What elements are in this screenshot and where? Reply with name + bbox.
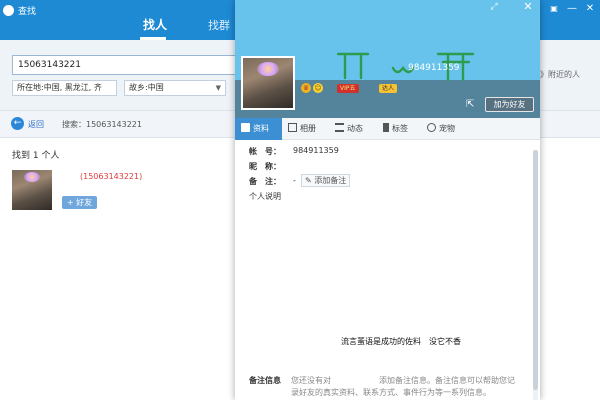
add-remark-button[interactable]: ✎ 添加备注 (301, 174, 351, 187)
add-friend-small-button[interactable]: + 好友 (62, 196, 97, 209)
signature-text: 流言蜚语是成功的佐料 没它不香 (341, 337, 461, 346)
chevron-down-icon: ▼ (215, 84, 221, 92)
profile-card: ⤢ ✕ 984911359 ♛ ☺ VIP五 达人 ⇱ 加为好友 资料 相册 动… (235, 0, 540, 400)
note-label: 备注信息 (249, 376, 281, 385)
location-dropdown[interactable]: 所在地:中国, 黑龙江, 齐 (12, 80, 117, 96)
account-value: 984911359 (293, 146, 339, 155)
search-status-text: 搜索：15063143221 (62, 120, 142, 129)
edit-icon: ✎ (305, 176, 312, 185)
tab-label: 宠物 (439, 124, 455, 133)
pet-icon (427, 123, 436, 132)
remark-label: 备 注： (249, 177, 281, 186)
expand-icon[interactable]: ⤢ (488, 1, 500, 13)
tab-find-people[interactable]: 找人 (143, 16, 167, 33)
tab-profile[interactable]: 资料 (235, 118, 282, 140)
pin-icon[interactable]: ▣ (548, 3, 560, 15)
crown-icon[interactable]: ♛ (301, 83, 311, 93)
minimize-button[interactable]: — (566, 3, 578, 15)
add-friend-button[interactable]: 加为好友 (485, 97, 534, 112)
tab-tags[interactable]: 标签 (383, 118, 408, 140)
tab-pet[interactable]: 宠物 (427, 118, 455, 140)
feed-icon (335, 123, 344, 132)
back-arrow-icon[interactable]: ← (11, 117, 24, 130)
banner-qq-number: 984911359 (408, 63, 460, 73)
profile-avatar[interactable] (241, 56, 295, 110)
qq-penguin-icon (3, 5, 14, 16)
tab-album[interactable]: 相册 (288, 118, 316, 140)
nickname-label: 昵 称： (249, 162, 281, 171)
account-label: 帐 号： (249, 147, 281, 156)
found-count: 找到 1 个人 (12, 151, 60, 161)
close-button[interactable]: ✕ (584, 3, 596, 15)
scrollbar-thumb[interactable] (533, 150, 538, 390)
card-close-button[interactable]: ✕ (522, 1, 534, 13)
back-button[interactable]: 返回 (28, 119, 44, 130)
smile-icon[interactable]: ☺ (313, 83, 323, 93)
tab-label: 标签 (392, 124, 408, 133)
album-icon (288, 123, 297, 132)
search-input[interactable]: 15063143221 (12, 55, 237, 75)
tab-label: 动态 (347, 124, 363, 133)
tab-find-groups[interactable]: 找群 (208, 17, 230, 33)
add-remark-label: 添加备注 (314, 176, 347, 185)
tag-icon (383, 123, 389, 132)
vip-badge[interactable]: VIP五 (337, 84, 359, 93)
tab-label: 相册 (300, 124, 316, 133)
profile-icon (241, 123, 250, 132)
window-title: 查找 (18, 7, 37, 17)
profile-tabs: 资料 相册 动态 标签 宠物 (235, 118, 540, 140)
hometown-value: 故乡:中国 (129, 83, 164, 92)
member-badge[interactable]: 达人 (379, 84, 398, 93)
tab-feed[interactable]: 动态 (335, 118, 363, 140)
result-name[interactable]: (15063143221) (80, 172, 142, 181)
remark-dash: - (293, 176, 296, 185)
hometown-dropdown[interactable]: 故乡:中国 ▼ (124, 80, 226, 96)
tab-label: 资料 (253, 124, 269, 133)
share-icon[interactable]: ⇱ (466, 99, 478, 111)
nearby-people-link[interactable]: 》附近的人 (540, 69, 580, 80)
bio-label: 个人说明 (249, 192, 281, 201)
note-text: 您还没有对 添加备注信息。备注信息可以帮助您记录好友的真实资料、联系方式、事件行… (291, 376, 515, 397)
result-avatar[interactable] (12, 170, 52, 210)
